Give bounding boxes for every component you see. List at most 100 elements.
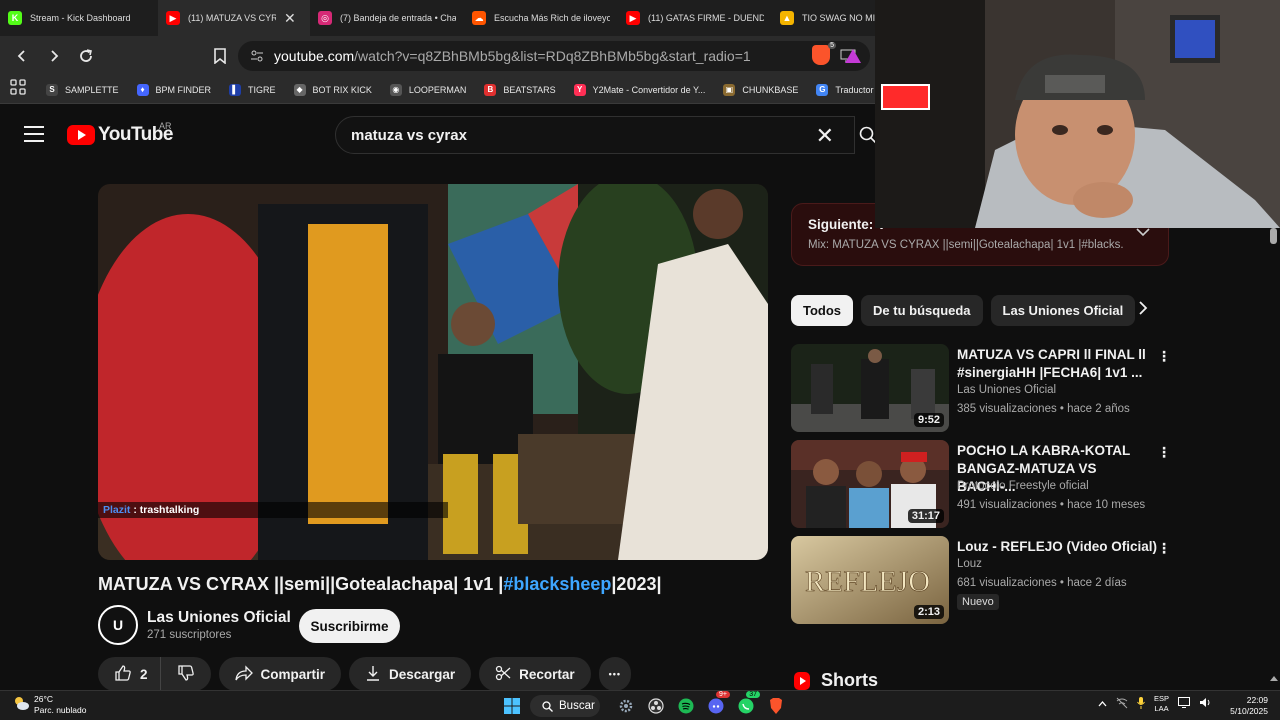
- chip-todos[interactable]: Todos: [791, 295, 854, 326]
- tab-youtube-active[interactable]: ▶ (11) MATUZA VS CYRA ✕: [158, 0, 310, 36]
- obs-icon[interactable]: [644, 694, 668, 718]
- clear-search-icon[interactable]: ✕: [816, 123, 834, 149]
- search-input[interactable]: matuza vs cyrax ✕: [335, 116, 855, 154]
- dislike-button[interactable]: [159, 657, 211, 691]
- clip-button[interactable]: Recortar: [479, 657, 591, 691]
- search-query: matuza vs cyrax: [351, 126, 467, 144]
- chevron-up-icon[interactable]: [1098, 698, 1107, 710]
- brave-browser-icon[interactable]: [764, 694, 788, 718]
- volume-icon[interactable]: [1199, 697, 1211, 711]
- system-clock[interactable]: 22:09 5/10/2025: [1230, 695, 1268, 717]
- webcam-image: [875, 0, 1280, 228]
- scroll-down-arrow-icon[interactable]: [1270, 676, 1278, 681]
- youtube-icon: ▶: [166, 11, 180, 25]
- youtube-icon: ▶: [626, 11, 640, 25]
- network-off-icon[interactable]: [1116, 697, 1128, 712]
- brave-shield-count: 5: [828, 42, 836, 49]
- recommendation-channel[interactable]: Las Uniones Oficial: [957, 384, 1056, 396]
- recommendation-title[interactable]: Louz - REFLEJO (Video Oficial): [957, 538, 1157, 556]
- tab-instagram[interactable]: ◎ (7) Bandeja de entrada • Cha: [310, 0, 464, 36]
- bookmark-label: BEATSTARS: [503, 84, 556, 95]
- download-button[interactable]: Descargar: [349, 657, 472, 691]
- system-tray: ESP LAA: [1098, 694, 1211, 714]
- back-icon[interactable]: [8, 42, 36, 70]
- tab-title: (11) GATAS FIRME - DUENDE: [648, 13, 764, 23]
- like-button[interactable]: 2: [98, 657, 160, 691]
- tab-title: Stream - Kick Dashboard: [30, 13, 131, 23]
- recommendation-item[interactable]: REFLEJO 2:13 Louz - REFLEJO (Video Ofici…: [791, 536, 1171, 626]
- chat-separator: :: [130, 504, 140, 516]
- weather-widget[interactable]: 26°C Parc. nublado: [12, 694, 86, 716]
- video-thumbnail[interactable]: 31:17: [791, 440, 949, 528]
- tab-youtube-gatas[interactable]: ▶ (11) GATAS FIRME - DUENDE: [618, 0, 772, 36]
- chip-las-uniones-oficial[interactable]: Las Uniones Oficial: [990, 295, 1136, 326]
- video-player[interactable]: Plazit : trashtalking: [98, 184, 768, 560]
- tab-soundcloud[interactable]: ☁ Escucha Más Rich de iloveyo: [464, 0, 618, 36]
- recommendation-item[interactable]: 9:52 MATUZA VS CAPRI ll FINAL ll #sinerg…: [791, 344, 1171, 434]
- recommendation-item[interactable]: 31:17 POCHO LA KABRA-KOTAL BANGAZ-MATUZA…: [791, 440, 1171, 530]
- share-button[interactable]: Compartir: [218, 657, 342, 691]
- recommendation-channel[interactable]: Protocolo Freestyle oficial: [957, 480, 1089, 492]
- google-translate-icon: G: [816, 83, 829, 96]
- display-icon[interactable]: [1178, 697, 1191, 711]
- spotify-icon[interactable]: [674, 694, 698, 718]
- video-thumbnail[interactable]: REFLEJO 2:13: [791, 536, 949, 624]
- brave-rewards-icon[interactable]: [845, 49, 861, 63]
- microphone-icon[interactable]: [1137, 696, 1145, 712]
- video-thumbnail[interactable]: 9:52: [791, 344, 949, 432]
- bookmark-looperman[interactable]: ◉ LOOPERMAN: [389, 83, 466, 96]
- kebab-menu-icon[interactable]: ⋮: [1157, 348, 1171, 365]
- tab-title: Escucha Más Rich de iloveyo: [494, 13, 610, 23]
- chevron-right-icon[interactable]: [1138, 301, 1148, 320]
- channel-avatar[interactable]: U: [98, 605, 138, 645]
- recommendation-channel[interactable]: Louz: [957, 558, 982, 570]
- apps-grid-icon[interactable]: [10, 79, 26, 100]
- channel-name[interactable]: Las Uniones Oficial: [147, 609, 291, 627]
- thumbnail-text: REFLEJO: [805, 565, 930, 598]
- scrollbar-thumb[interactable]: [1270, 228, 1277, 244]
- clip-label: Recortar: [519, 666, 575, 682]
- url-host: youtube.com: [274, 48, 355, 64]
- bookmark-icon[interactable]: [206, 42, 234, 70]
- chat-text: trashtalking: [139, 504, 200, 516]
- tab-close-icon[interactable]: ✕: [284, 10, 296, 27]
- bookmark-samplette[interactable]: S SAMPLETTE: [46, 83, 119, 96]
- forward-icon[interactable]: [40, 42, 68, 70]
- subscriber-count: 271 suscriptores: [147, 629, 232, 641]
- brave-shield-icon[interactable]: 5: [812, 42, 836, 65]
- whatsapp-notification-count: 37: [746, 691, 760, 698]
- bookmark-tigre[interactable]: ▌ TIGRE: [229, 83, 276, 96]
- bookmark-y2mate[interactable]: Y Y2Mate - Convertidor de Y...: [573, 83, 705, 96]
- settings-gear-icon[interactable]: [614, 694, 638, 718]
- tab-drive[interactable]: ▲ TIO SWAG NO MI: [772, 0, 892, 36]
- bookmark-label: TIGRE: [248, 84, 276, 95]
- up-next-mix-title: Mix: MATUZA VS CYRAX ||semi||Gotealachap…: [808, 239, 1123, 251]
- whatsapp-icon[interactable]: 37: [734, 691, 760, 718]
- taskbar-search[interactable]: Buscar: [530, 695, 600, 717]
- recommendation-title[interactable]: MATUZA VS CAPRI ll FINAL ll #sinergiaHH …: [957, 346, 1147, 382]
- subscribe-button[interactable]: Suscribirme: [299, 609, 400, 643]
- windows-start-icon[interactable]: [500, 694, 524, 718]
- youtube-logo[interactable]: YouTube AR: [67, 121, 173, 146]
- bookmark-botrix[interactable]: ◆ BOT RIX KICK: [293, 83, 372, 96]
- hashtag-link[interactable]: #blacksheep: [503, 574, 611, 594]
- temperature: 26°C: [34, 694, 53, 704]
- kebab-menu-icon[interactable]: ⋮: [1157, 540, 1171, 557]
- kebab-menu-icon[interactable]: ⋮: [1157, 444, 1171, 461]
- new-badge: Nuevo: [957, 594, 999, 610]
- reload-icon[interactable]: [72, 42, 100, 70]
- bookmark-beatstars[interactable]: B BEATSTARS: [484, 83, 556, 96]
- site-settings-icon[interactable]: [250, 49, 264, 66]
- discord-icon[interactable]: 9+: [704, 691, 730, 718]
- chip-de-tu-busqueda[interactable]: De tu búsqueda: [861, 295, 983, 326]
- tab-kick-dashboard[interactable]: K Stream - Kick Dashboard: [0, 0, 158, 36]
- menu-icon[interactable]: [24, 126, 44, 142]
- video-title-text: MATUZA VS CYRAX ||semi||Gotealachapa| 1v…: [98, 574, 504, 594]
- bookmark-bpm-finder[interactable]: ♦ BPM FINDER: [136, 83, 211, 96]
- address-bar[interactable]: youtube.com/watch?v=q8ZBhBMb5bg&list=RDq…: [238, 41, 870, 71]
- language-indicator[interactable]: ESP LAA: [1154, 694, 1169, 714]
- partly-cloudy-icon: [12, 695, 30, 716]
- soundcloud-icon: ☁: [472, 11, 486, 25]
- bookmark-chunkbase[interactable]: ▣ CHUNKBASE: [723, 83, 798, 96]
- more-actions-button[interactable]: •••: [598, 657, 632, 691]
